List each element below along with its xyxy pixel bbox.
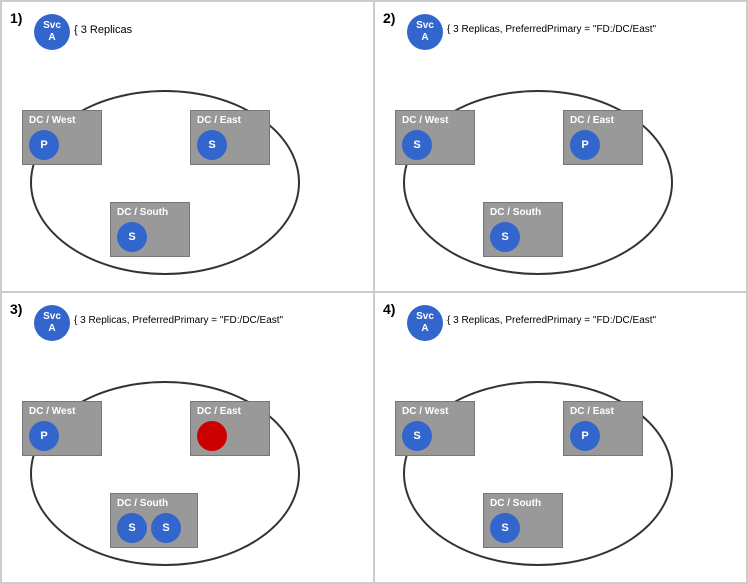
dc-south-4: DC / South S [483,493,563,548]
brace-desc-2: { 3 Replicas, PreferredPrimary = "FD:/DC… [447,24,656,35]
dc-west-3: DC / West P [22,401,102,456]
dc-east-1: DC / East S [190,110,270,165]
quadrant-4: 4) SvcA { 3 Replicas, PreferredPrimary =… [374,292,747,583]
quadrant-3: 3) SvcA { 3 Replicas, PreferredPrimary =… [1,292,374,583]
dc-east-4: DC / East P [563,401,643,456]
dc-west-1: DC / West P [22,110,102,165]
dc-south-3: DC / South S S [110,493,198,548]
svc-badge-1: SvcA [34,14,70,50]
brace-desc-1: { 3 Replicas [74,24,132,36]
svc-badge-2: SvcA [407,14,443,50]
dc-south-2: DC / South S [483,202,563,257]
quad-label-3: 3) [10,301,22,317]
dc-south-1: DC / South S [110,202,190,257]
quad-label-4: 4) [383,301,395,317]
svc-badge-4: SvcA [407,305,443,341]
quadrant-1: 1) SvcA { 3 Replicas DC / West P DC / Ea… [1,1,374,292]
main-grid: 1) SvcA { 3 Replicas DC / West P DC / Ea… [0,0,748,584]
quad-label-1: 1) [10,10,22,26]
svc-badge-3: SvcA [34,305,70,341]
dc-east-3: DC / East [190,401,270,456]
dc-west-4: DC / West S [395,401,475,456]
quadrant-2: 2) SvcA { 3 Replicas, PreferredPrimary =… [374,1,747,292]
quad-label-2: 2) [383,10,395,26]
brace-desc-4: { 3 Replicas, PreferredPrimary = "FD:/DC… [447,315,656,326]
dc-east-2: DC / East P [563,110,643,165]
brace-desc-3: { 3 Replicas, PreferredPrimary = "FD:/DC… [74,315,283,326]
dc-west-2: DC / West S [395,110,475,165]
